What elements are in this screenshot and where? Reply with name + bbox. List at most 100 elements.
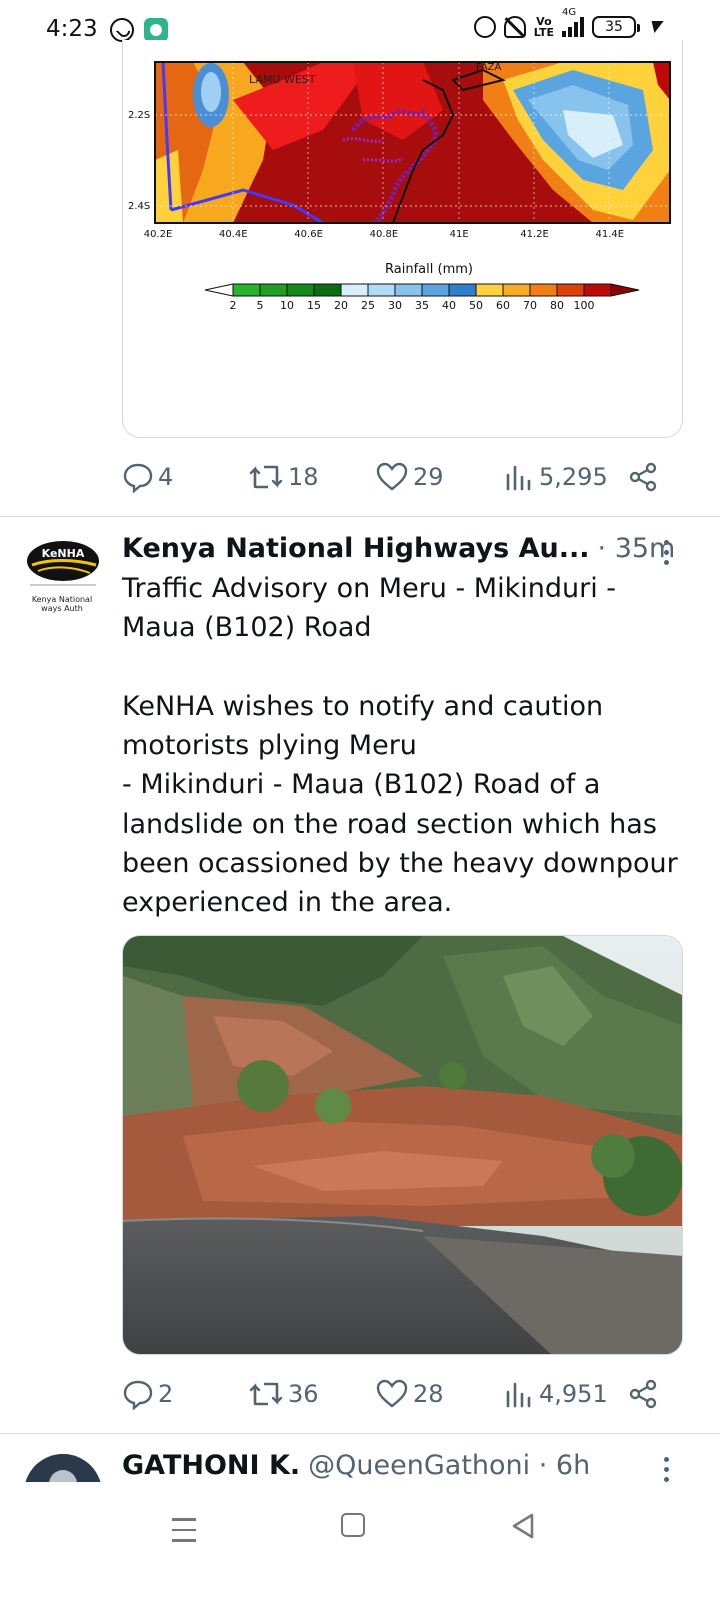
like-count: 29 [413, 463, 444, 491]
avatar[interactable] [24, 1454, 102, 1482]
legend-value: 10 [280, 299, 294, 312]
whatsapp-icon [110, 18, 134, 42]
system-nav-bar [0, 1482, 720, 1600]
author-handle-time[interactable]: @QueenGathoni · 6h [308, 1450, 590, 1481]
rainfall-map: LAMU WEST FAZA 2.2S 2.4S 40.2E 40.4E 40.6E 4… [128, 61, 671, 312]
map-lon-tick: 41E [450, 229, 469, 240]
views-icon [506, 465, 531, 491]
map-lat-tick: 2.4S [128, 201, 150, 212]
avatar-caption: Kenya National ways Auth [26, 595, 98, 613]
legend-swatch [394, 283, 423, 297]
status-icons: Vo LTE 4G 35 [473, 7, 664, 38]
tweet-header: Kenya National Highways Au... · 35m [122, 533, 675, 564]
more-options-icon[interactable] [662, 540, 670, 565]
reply-icon [123, 463, 153, 493]
tweet-actions: 4 18 29 5,295 [122, 457, 682, 497]
back-button[interactable] [510, 1513, 536, 1539]
legend-value: 2 [230, 299, 237, 312]
legend-swatch [259, 283, 288, 297]
like-button[interactable]: 28 [375, 1378, 444, 1410]
tweet-text: Traffic Advisory on Meru - Mikinduri - M… [122, 573, 678, 919]
author-name[interactable]: Kenya National Highways Au... [122, 533, 590, 564]
reply-button[interactable]: 4 [122, 461, 173, 493]
avatar-caption-line: ways Auth [41, 604, 83, 613]
share-button[interactable] [627, 461, 659, 493]
views-button[interactable]: 4,951 [503, 1378, 608, 1410]
battery-level: 35 [605, 19, 623, 35]
legend-swatch [232, 283, 261, 297]
legend-swatch [367, 283, 396, 297]
like-button[interactable]: 29 [375, 461, 444, 493]
legend-value: 20 [334, 299, 348, 312]
volte-label: Vo LTE [534, 16, 554, 38]
signal-icon: 4G [562, 7, 584, 37]
author-name[interactable]: GATHONI K. [122, 1450, 300, 1481]
avatar-logo-text: KeNHA [42, 547, 85, 560]
landslide-image [123, 936, 682, 1354]
legend-swatch [286, 283, 315, 297]
retweet-count: 36 [288, 1380, 319, 1408]
views-button[interactable]: 5,295 [503, 461, 608, 493]
retweet-button[interactable]: 18 [248, 461, 319, 493]
rainfall-map-image[interactable]: LAMU WEST FAZA 2.2S 2.4S 40.2E 40.4E 40.6E 4… [122, 40, 683, 438]
share-icon [629, 462, 657, 492]
tweet-preview: GATHONI K. @QueenGathoni · 6h [0, 1434, 720, 1482]
tweet-actions: 2 36 28 4,951 [122, 1374, 682, 1414]
reply-count: 2 [158, 1380, 174, 1408]
mute-icon [503, 16, 526, 38]
legend-swatch [610, 283, 640, 297]
like-count: 28 [413, 1380, 444, 1408]
tweet-divider [0, 516, 720, 517]
views-icon [506, 1382, 531, 1408]
map-lat-tick: 2.2S [128, 110, 150, 121]
home-button[interactable] [341, 1513, 365, 1537]
legend-swatch [502, 283, 531, 297]
legend-value: 25 [361, 299, 375, 312]
legend-value: 30 [388, 299, 402, 312]
legend-value: 50 [469, 299, 483, 312]
landslide-photo[interactable] [122, 935, 683, 1355]
views-count: 4,951 [539, 1380, 608, 1408]
legend-swatch [583, 283, 612, 297]
legend-value: 100 [574, 299, 595, 312]
legend-swatch [529, 283, 558, 297]
map-place-label: FAZA [476, 62, 502, 73]
legend-swatch [204, 283, 234, 297]
legend-swatch [421, 283, 450, 297]
heart-icon [376, 462, 408, 491]
retweet-icon [249, 1382, 283, 1406]
legend-swatch [475, 283, 504, 297]
avatar-photo [24, 1454, 102, 1482]
share-button[interactable] [627, 1378, 659, 1410]
reply-count: 4 [158, 463, 174, 491]
legend-swatch [313, 283, 342, 297]
reply-button[interactable]: 2 [122, 1378, 173, 1410]
share-icon [629, 1379, 657, 1409]
recent-apps-button[interactable] [172, 1518, 196, 1550]
legend-value: 15 [307, 299, 321, 312]
legend-value: 35 [415, 299, 429, 312]
legend-value: 5 [257, 299, 264, 312]
retweet-button[interactable]: 36 [248, 1378, 319, 1410]
network-type: 4G [562, 7, 577, 18]
reply-icon [123, 1380, 153, 1410]
legend-value: 40 [442, 299, 456, 312]
app-notification-icon [144, 18, 168, 42]
heart-icon [376, 1379, 408, 1408]
map-place-label: LAMU WEST [249, 73, 316, 86]
map-lon-tick: 40.4E [219, 229, 248, 240]
legend-swatch [556, 283, 585, 297]
map-lon-tick: 40.8E [370, 229, 399, 240]
retweet-count: 18 [288, 463, 319, 491]
views-count: 5,295 [539, 463, 608, 491]
alarm-icon [473, 16, 496, 38]
legend-value: 60 [496, 299, 510, 312]
legend-value: 70 [523, 299, 537, 312]
retweet-icon [249, 465, 283, 489]
more-options-icon[interactable] [662, 1457, 670, 1482]
map-lon-tick: 41.2E [520, 229, 549, 240]
avatar-caption-line: Kenya National [31, 595, 93, 604]
tweet-header: GATHONI K. @QueenGathoni · 6h [122, 1450, 590, 1481]
volte-bottom: LTE [533, 26, 554, 39]
legend-value: 80 [550, 299, 564, 312]
